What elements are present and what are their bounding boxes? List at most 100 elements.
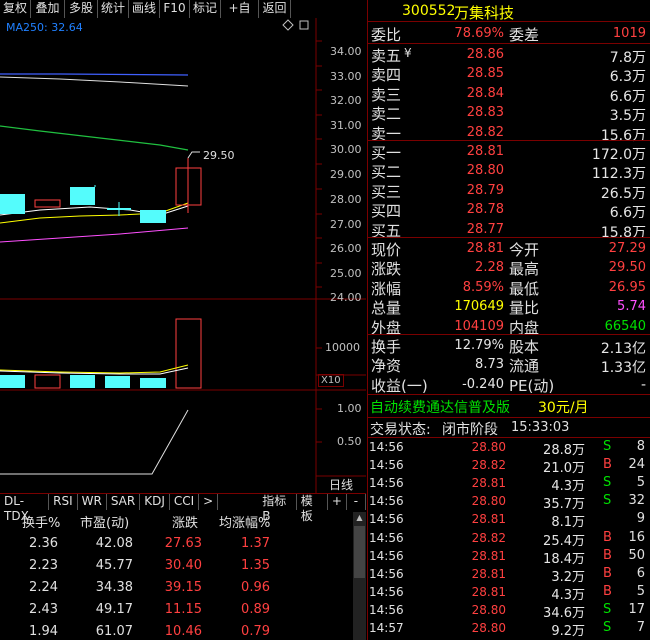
fundamental-value: 12.79% [454, 338, 504, 353]
trade-count: 7 [636, 620, 645, 635]
period-label[interactable]: 日线 [329, 476, 353, 493]
fundamental-value: 8.73 [475, 357, 504, 373]
indicator-tab[interactable]: DL-TDX [0, 494, 50, 523]
stat-label: 现价 [371, 241, 402, 259]
toolbar-button[interactable]: F10 [160, 0, 190, 18]
table-cell: 2.24 [29, 580, 58, 595]
fundamental-label: 股本 [509, 338, 540, 356]
bid-volume: 112.3万 [591, 166, 646, 183]
toolbar-button[interactable]: 画线 [129, 0, 160, 18]
ask-level-label: 卖二 [371, 105, 402, 124]
ma250-line [0, 73, 189, 76]
trade-count: 17 [628, 601, 645, 617]
bid-price: 28.79 [466, 182, 504, 198]
table-cell: 2.43 [29, 602, 58, 617]
trade-time: 14:56 [369, 530, 404, 545]
ask-level-label: 卖四 [371, 66, 402, 85]
volume-axis-tick: 10000 [325, 341, 360, 354]
kline-chart-area[interactable] [0, 18, 366, 493]
stat-value: 27.29 [608, 241, 646, 256]
table-cell: 61.07 [95, 624, 133, 639]
fundamental-label: 净资 [371, 357, 402, 376]
square-icon [299, 20, 309, 30]
trade-time: 14:56 [369, 476, 404, 491]
indicator-tab[interactable]: > [199, 494, 219, 510]
trade-price: 28.80 [471, 494, 506, 509]
ad-price[interactable]: 30元/月 [538, 397, 589, 417]
toolbar-button[interactable]: +自选 [221, 0, 259, 32]
trade-side: S [603, 620, 612, 635]
toolbar-button[interactable]: 返回 [259, 0, 291, 18]
trade-volume: 28.8万 [543, 443, 585, 458]
ma250-label: MA250: 32.64 [6, 21, 83, 34]
trade-price: 28.81 [471, 476, 506, 491]
ask-level-label: 卖三 [371, 85, 402, 104]
trade-time: 14:56 [369, 494, 404, 509]
indicator-tab[interactable]: WR [78, 494, 107, 510]
indicator-tab[interactable]: 指标B [258, 494, 297, 523]
table-header[interactable]: 市盈(动) [80, 512, 129, 531]
table-cell: 30.40 [164, 558, 202, 573]
indicator-tab[interactable]: RSI [49, 494, 78, 510]
kline-chart-svg[interactable] [0, 18, 366, 493]
trade-time: 14:56 [369, 458, 404, 473]
table-header[interactable]: 涨跌 [172, 512, 198, 531]
stat-value: 28.81 [466, 241, 504, 256]
trade-side: S [603, 601, 612, 617]
ask-price: 28.85 [466, 66, 504, 82]
table-cell: 27.63 [164, 536, 202, 551]
fundamental-label: PE(动) [509, 376, 555, 395]
trade-volume: 25.4万 [543, 533, 585, 549]
trade-volume: 18.4万 [543, 551, 585, 567]
toolbar-button[interactable]: 复权 [0, 0, 31, 18]
bid-level-label: 买二 [371, 163, 402, 182]
table-header[interactable]: 换手% [22, 512, 60, 531]
toolbar-button[interactable]: 标记 [190, 0, 221, 18]
toolbar-button[interactable]: 多股 [65, 0, 98, 18]
price-axis-tick: 29.00 [330, 168, 362, 181]
candle [140, 210, 166, 223]
indicator-tab[interactable]: KDJ [140, 494, 170, 510]
indicator-line [0, 409, 189, 475]
indicator-tab[interactable]: 模板 [297, 494, 328, 523]
weibi-label: 委比 [371, 26, 402, 44]
price-axis-tick: 25.00 [330, 267, 362, 280]
fundamental-value: - [640, 376, 646, 393]
ask-price: 28.86 [466, 47, 504, 62]
trade-status-label: 交易状态: [370, 422, 431, 438]
price-axis-tick: 26.00 [330, 242, 362, 255]
table-cell: 45.77 [95, 558, 133, 573]
indicator-tab[interactable]: + [328, 494, 347, 510]
price-axis-tick: 30.00 [330, 143, 362, 156]
ask-volume: 3.5万 [609, 108, 646, 125]
trade-volume: 34.6万 [543, 605, 585, 621]
volume-bar [34, 374, 61, 389]
ask-price: 28.83 [466, 105, 504, 121]
volume-bar [0, 375, 25, 388]
table-cell: 39.15 [164, 580, 202, 595]
bid-volume: 172.0万 [591, 147, 646, 163]
indicator-tab[interactable]: - [347, 494, 366, 510]
bid-volume: 26.5万 [600, 185, 646, 202]
fundamental-value: 2.13亿 [600, 341, 646, 357]
toolbar-button[interactable]: 统计 [98, 0, 129, 18]
candle [0, 194, 25, 214]
table-scrollbar[interactable]: ▲ [353, 512, 366, 640]
stat-value: 26.95 [608, 279, 646, 295]
scroll-up-icon[interactable]: ▲ [355, 514, 364, 522]
trade-count: 24 [628, 457, 645, 473]
indicator-tab[interactable]: SAR [107, 494, 141, 510]
table-cell: 1.94 [29, 624, 58, 639]
ask-volume: 15.6万 [600, 127, 646, 144]
ma-magenta-line [0, 227, 189, 243]
ad-text[interactable]: 自动续费通达信普及版 [370, 397, 510, 417]
bid-level-label: 买一 [371, 144, 402, 162]
bid-level-label: 买四 [371, 202, 402, 221]
scrollbar-thumb[interactable] [354, 526, 365, 578]
stat-label: 最低 [509, 279, 540, 298]
table-header[interactable]: 均涨幅% [219, 512, 270, 531]
stat-label: 今开 [509, 241, 540, 259]
ask-volume: 6.6万 [609, 88, 646, 105]
indicator-tab[interactable]: CCI [170, 494, 200, 510]
toolbar-button[interactable]: 叠加 [31, 0, 65, 18]
